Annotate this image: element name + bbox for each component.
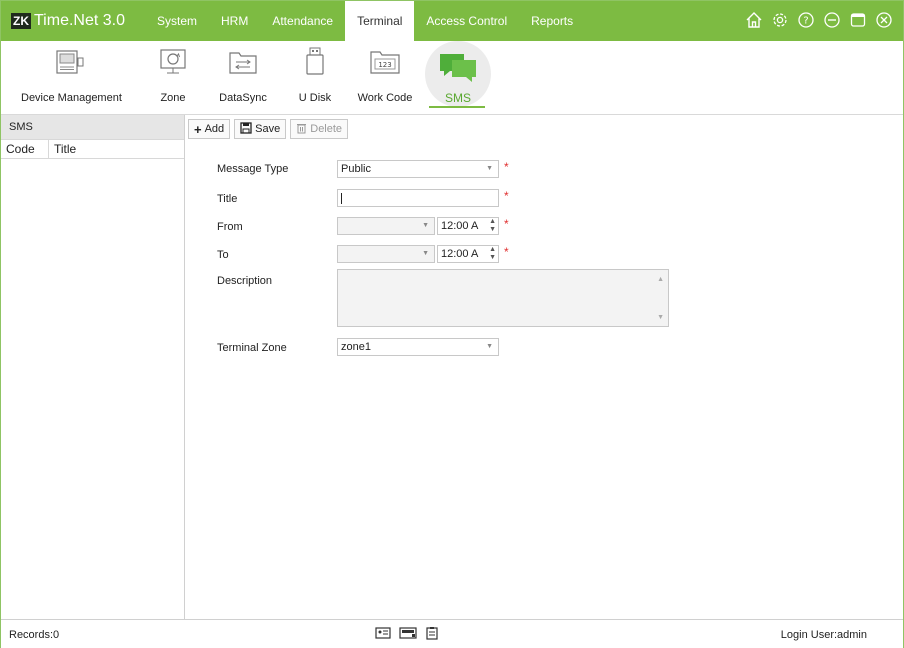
svg-text:?: ?: [803, 16, 808, 27]
delete-button[interactable]: Delete: [290, 119, 349, 139]
spinner-arrows-icon[interactable]: ▲ ▼: [489, 218, 496, 234]
ribbon-label: Zone: [160, 92, 186, 104]
maximize-icon[interactable]: [847, 9, 869, 31]
required-mark: *: [504, 189, 509, 203]
clipboard-icon[interactable]: [425, 626, 439, 643]
keyboard-icon[interactable]: [399, 626, 417, 643]
login-user: Login User:admin: [780, 629, 867, 641]
home-icon[interactable]: [743, 9, 765, 31]
ribbon-label: SMS: [444, 91, 471, 105]
zk-logo: ZK: [11, 13, 31, 29]
minimize-icon[interactable]: [821, 9, 843, 31]
message-type-label: Message Type: [217, 163, 289, 175]
from-time-value: 12:00 A: [441, 220, 479, 232]
column-code[interactable]: Code: [1, 140, 49, 158]
main-menu: System HRM Attendance Terminal Access Co…: [145, 1, 585, 41]
chevron-down-icon: ▼: [486, 165, 493, 172]
settings-icon[interactable]: [769, 9, 791, 31]
sms-form-area: + Add Save Delete Message Type Public ▼ …: [185, 115, 903, 619]
menu-reports[interactable]: Reports: [519, 1, 585, 41]
chevron-down-icon: ▼: [422, 250, 429, 257]
from-date-picker[interactable]: ▼: [337, 217, 435, 235]
grid-header: Code Title: [1, 140, 184, 159]
description-label: Description: [217, 275, 273, 287]
save-button[interactable]: Save: [234, 119, 287, 139]
id-card-icon[interactable]: [375, 626, 391, 643]
save-label: Save: [255, 123, 281, 135]
status-icons: [375, 626, 439, 643]
description-textarea[interactable]: ▲ ▼: [337, 269, 669, 327]
chevron-down-icon: ▼: [422, 222, 429, 229]
workcode-icon: 123: [368, 47, 402, 80]
to-label: To: [217, 249, 229, 261]
menu-system[interactable]: System: [145, 1, 209, 41]
scroll-down-icon[interactable]: ▼: [657, 314, 664, 321]
scroll-up-icon[interactable]: ▲: [657, 276, 664, 283]
delete-label: Delete: [310, 123, 343, 135]
required-mark: *: [504, 160, 509, 174]
terminal-ribbon: Device Management Zone DataSync U Disk 1…: [1, 41, 903, 115]
zone-icon: [158, 47, 188, 80]
ribbon-label: DataSync: [219, 92, 267, 104]
from-time-spinner[interactable]: 12:00 A ▲ ▼: [437, 217, 499, 235]
to-time-spinner[interactable]: 12:00 A ▲ ▼: [437, 245, 499, 263]
chevron-down-icon: ▼: [486, 343, 493, 350]
title-label: Title: [217, 193, 238, 205]
terminal-zone-select[interactable]: zone1 ▼: [337, 338, 499, 356]
sms-active-underline: [429, 106, 485, 108]
to-date-picker[interactable]: ▼: [337, 245, 435, 263]
message-type-select[interactable]: Public ▼: [337, 160, 499, 178]
sms-list-panel: SMS Code Title: [1, 115, 185, 619]
terminal-zone-value: zone1: [341, 341, 371, 353]
spinner-arrows-icon[interactable]: ▲ ▼: [489, 246, 496, 262]
top-nav-bar: ZK Time.Net 3.0 System HRM Attendance Te…: [1, 1, 903, 41]
add-label: Add: [204, 123, 225, 135]
from-label: From: [217, 221, 243, 233]
status-bar: Records:0 Login User:admin: [1, 619, 903, 648]
app-window: ZK Time.Net 3.0 System HRM Attendance Te…: [0, 0, 904, 648]
menu-terminal[interactable]: Terminal: [345, 1, 415, 41]
add-button[interactable]: + Add: [188, 119, 231, 139]
title-input[interactable]: [337, 189, 499, 207]
required-mark: *: [504, 217, 509, 231]
svg-text:123: 123: [378, 61, 391, 69]
save-icon: [240, 121, 252, 137]
menu-attendance[interactable]: Attendance: [260, 1, 345, 41]
panel-title: SMS: [1, 115, 184, 140]
close-icon[interactable]: [873, 9, 895, 31]
trash-icon: [296, 122, 307, 137]
records-count: Records:0: [9, 629, 60, 641]
terminal-zone-label: Terminal Zone: [217, 342, 287, 354]
ribbon-label: U Disk: [298, 92, 332, 104]
brand-logo: ZK Time.Net 3.0: [1, 1, 145, 41]
window-controls: ?: [743, 9, 895, 31]
action-toolbar: + Add Save Delete: [188, 119, 349, 139]
menu-access-control[interactable]: Access Control: [414, 1, 519, 41]
required-mark: *: [504, 245, 509, 259]
ribbon-label: Device Management: [21, 92, 122, 104]
udisk-icon: [303, 47, 327, 80]
sms-icon: [438, 51, 478, 88]
app-title: Time.Net 3.0: [34, 12, 125, 29]
message-type-value: Public: [341, 163, 371, 175]
ribbon-label: Work Code: [357, 92, 413, 104]
to-time-value: 12:00 A: [441, 248, 479, 260]
device-icon: [53, 47, 87, 80]
menu-hrm[interactable]: HRM: [209, 1, 260, 41]
text-cursor: [341, 192, 342, 204]
column-title[interactable]: Title: [49, 140, 81, 158]
plus-icon: +: [194, 121, 202, 137]
help-icon[interactable]: ?: [795, 9, 817, 31]
datasync-icon: [227, 47, 259, 80]
